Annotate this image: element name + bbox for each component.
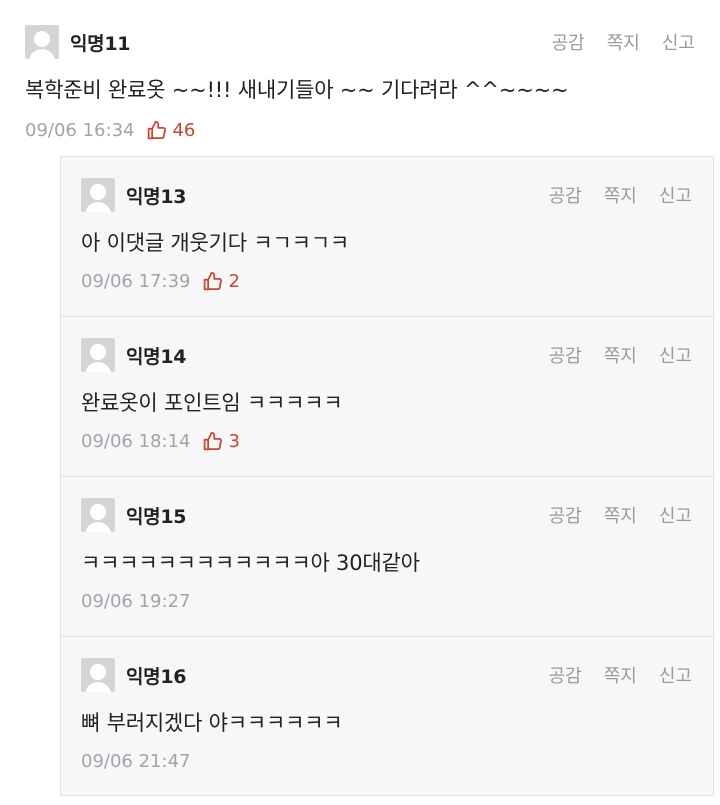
avatar [25, 25, 59, 59]
message-button[interactable]: 쪽지 [604, 502, 637, 528]
message-button[interactable]: 쪽지 [607, 29, 640, 55]
reply-actions: 공감 쪽지 신고 [549, 342, 692, 368]
comment-time: 09/06 16:34 [25, 120, 135, 141]
like-number: 2 [228, 271, 240, 292]
empathy-button[interactable]: 공감 [552, 29, 585, 55]
reply-header: 익명15 공감 쪽지 신고 [81, 497, 692, 533]
message-button[interactable]: 쪽지 [604, 342, 637, 368]
reply-nickname: 익명14 [126, 345, 187, 368]
reply-nickname: 익명15 [126, 505, 187, 528]
reply-meta: 09/06 19:27 [81, 591, 692, 612]
empathy-button[interactable]: 공감 [549, 502, 582, 528]
avatar [81, 658, 115, 692]
reply-item: 익명15 공감 쪽지 신고 ㅋㅋㅋㅋㅋㅋㅋㅋㅋㅋㅋㅋ아 30대같아 09/06 … [61, 477, 713, 637]
reply-actions: 공감 쪽지 신고 [549, 662, 692, 688]
reply-item: 익명14 공감 쪽지 신고 완료옷이 포인트임 ㅋㅋㅋㅋㅋ 09/06 18:1… [61, 317, 713, 477]
reply-time: 09/06 18:14 [81, 431, 191, 452]
like-count: 2 [202, 271, 240, 292]
reply-text: 뼈 부러지겠다 야ㅋㅋㅋㅋㅋㅋ [81, 711, 343, 735]
avatar [81, 178, 115, 212]
main-comment: 익명11 공감 쪽지 신고 복학준비 완료옷 ~~!!! 새내기들아 ~~ 기다… [0, 0, 720, 150]
report-button[interactable]: 신고 [659, 182, 692, 208]
reply-header: 익명13 공감 쪽지 신고 [81, 177, 692, 213]
comment-header: 익명11 공감 쪽지 신고 [25, 24, 695, 60]
like-number: 3 [228, 431, 240, 452]
reply-item: 익명16 공감 쪽지 신고 뼈 부러지겠다 야ㅋㅋㅋㅋㅋㅋ 09/06 21:4… [61, 637, 713, 795]
message-button[interactable]: 쪽지 [604, 182, 637, 208]
reply-list: 익명13 공감 쪽지 신고 아 이댓글 개웃기다 ㅋㄱㅋㄱㅋ 09/06 17:… [60, 156, 714, 796]
empathy-button[interactable]: 공감 [549, 662, 582, 688]
reply-time: 09/06 19:27 [81, 591, 191, 612]
report-button[interactable]: 신고 [659, 342, 692, 368]
avatar [81, 498, 115, 532]
thumbs-up-icon [204, 271, 223, 291]
report-button[interactable]: 신고 [662, 29, 695, 55]
reply-text: 완료옷이 포인트임 ㅋㅋㅋㅋㅋ [81, 391, 343, 415]
comment-nickname: 익명11 [70, 32, 131, 55]
empathy-button[interactable]: 공감 [549, 182, 582, 208]
reply-header: 익명14 공감 쪽지 신고 [81, 337, 692, 373]
report-button[interactable]: 신고 [659, 502, 692, 528]
avatar [81, 338, 115, 372]
reply-actions: 공감 쪽지 신고 [549, 502, 692, 528]
comment-text: 복학준비 완료옷 ~~!!! 새내기들아 ~~ 기다려라 ^^~~~~ [25, 78, 569, 102]
reply-time: 09/06 17:39 [81, 271, 191, 292]
reply-item: 익명13 공감 쪽지 신고 아 이댓글 개웃기다 ㅋㄱㅋㄱㅋ 09/06 17:… [61, 157, 713, 317]
reply-meta: 09/06 18:14 3 [81, 431, 692, 452]
reply-time: 09/06 21:47 [81, 751, 191, 772]
comment-actions: 공감 쪽지 신고 [552, 29, 695, 55]
reply-text: 아 이댓글 개웃기다 ㅋㄱㅋㄱㅋ [81, 231, 349, 255]
like-number: 46 [172, 120, 196, 141]
reply-meta: 09/06 21:47 [81, 751, 692, 772]
empathy-button[interactable]: 공감 [549, 342, 582, 368]
reply-nickname: 익명16 [126, 665, 187, 688]
reply-header: 익명16 공감 쪽지 신고 [81, 657, 692, 693]
report-button[interactable]: 신고 [659, 662, 692, 688]
like-count: 46 [146, 120, 195, 141]
comment-meta: 09/06 16:34 46 [25, 120, 695, 141]
reply-meta: 09/06 17:39 2 [81, 271, 692, 292]
message-button[interactable]: 쪽지 [604, 662, 637, 688]
reply-actions: 공감 쪽지 신고 [549, 182, 692, 208]
reply-text: ㅋㅋㅋㅋㅋㅋㅋㅋㅋㅋㅋㅋ아 30대같아 [81, 551, 420, 575]
like-count: 3 [202, 431, 240, 452]
reply-nickname: 익명13 [126, 185, 187, 208]
thumbs-up-icon [148, 120, 167, 140]
thumbs-up-icon [204, 431, 223, 451]
